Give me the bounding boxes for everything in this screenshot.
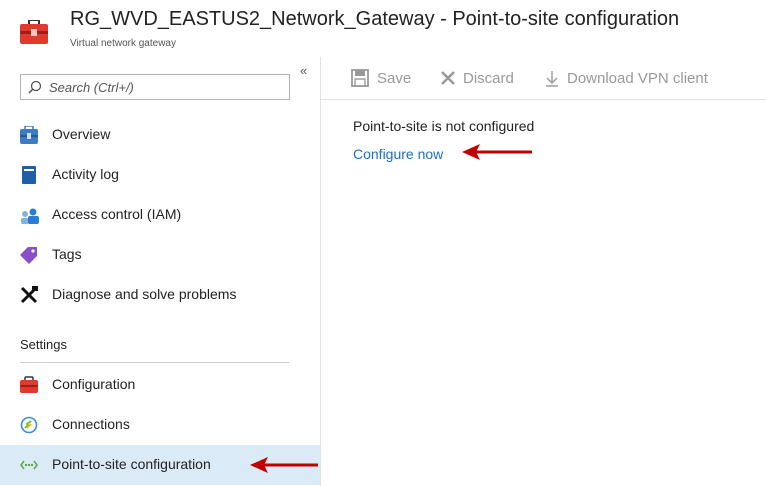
page-title: RG_WVD_EASTUS2_Network_Gateway - Point-t… [70, 8, 680, 30]
overview-icon [20, 125, 38, 144]
section-header-settings: Settings [20, 337, 67, 352]
sidebar-item-tags[interactable]: Tags [0, 235, 320, 275]
discard-icon [439, 69, 457, 91]
annotation-arrow-point-to-site [250, 457, 318, 473]
command-bar: Save Discard Download VPN client [321, 57, 766, 100]
sidebar-item-overview[interactable]: Overview [0, 115, 320, 155]
download-icon [543, 69, 561, 91]
save-label: Save [377, 70, 412, 87]
search-icon [28, 80, 42, 99]
sidebar-item-diagnose[interactable]: Diagnose and solve problems [0, 275, 320, 315]
save-icon [351, 69, 369, 91]
discard-label: Discard [463, 70, 514, 87]
resource-menu: « Overview Activity log [0, 57, 321, 486]
collapse-menu-button[interactable]: « [300, 63, 307, 78]
wrench-icon [20, 286, 38, 304]
page-subtitle: Virtual network gateway [70, 38, 176, 49]
connections-icon [20, 416, 38, 434]
sidebar-item-label: Access control (IAM) [52, 206, 182, 222]
sidebar-item-label: Configuration [52, 376, 136, 392]
download-vpn-client-label: Download VPN client [567, 70, 708, 87]
configure-now-link[interactable]: Configure now [353, 146, 443, 162]
sidebar-item-configuration[interactable]: Configuration [0, 365, 320, 405]
network-gateway-icon [20, 19, 48, 49]
save-button[interactable]: Save [351, 69, 421, 89]
download-vpn-client-button[interactable]: Download VPN client [543, 69, 723, 89]
search-box[interactable] [20, 74, 290, 100]
discard-button[interactable]: Discard [439, 69, 529, 89]
sidebar-item-label: Overview [52, 126, 111, 142]
annotation-arrow-configure [462, 144, 532, 160]
tag-icon [20, 246, 38, 264]
section-divider [20, 362, 290, 363]
sidebar-item-label: Tags [52, 246, 82, 262]
iam-icon [20, 206, 39, 224]
sidebar-item-activity-log[interactable]: Activity log [0, 155, 320, 195]
sidebar-item-label: Diagnose and solve problems [52, 286, 237, 302]
sidebar-item-label: Point-to-site configuration [52, 456, 211, 472]
toolbox-icon [20, 376, 38, 394]
activity-log-icon [20, 166, 38, 184]
sidebar-item-access-control[interactable]: Access control (IAM) [0, 195, 320, 235]
sidebar-item-connections[interactable]: Connections [0, 405, 320, 445]
point-to-site-icon [20, 456, 38, 474]
sidebar-item-label: Activity log [52, 166, 119, 182]
blade-header: RG_WVD_EASTUS2_Network_Gateway - Point-t… [0, 0, 766, 56]
sidebar-item-label: Connections [52, 416, 130, 432]
search-input[interactable] [49, 77, 283, 97]
status-message: Point-to-site is not configured [353, 118, 535, 134]
